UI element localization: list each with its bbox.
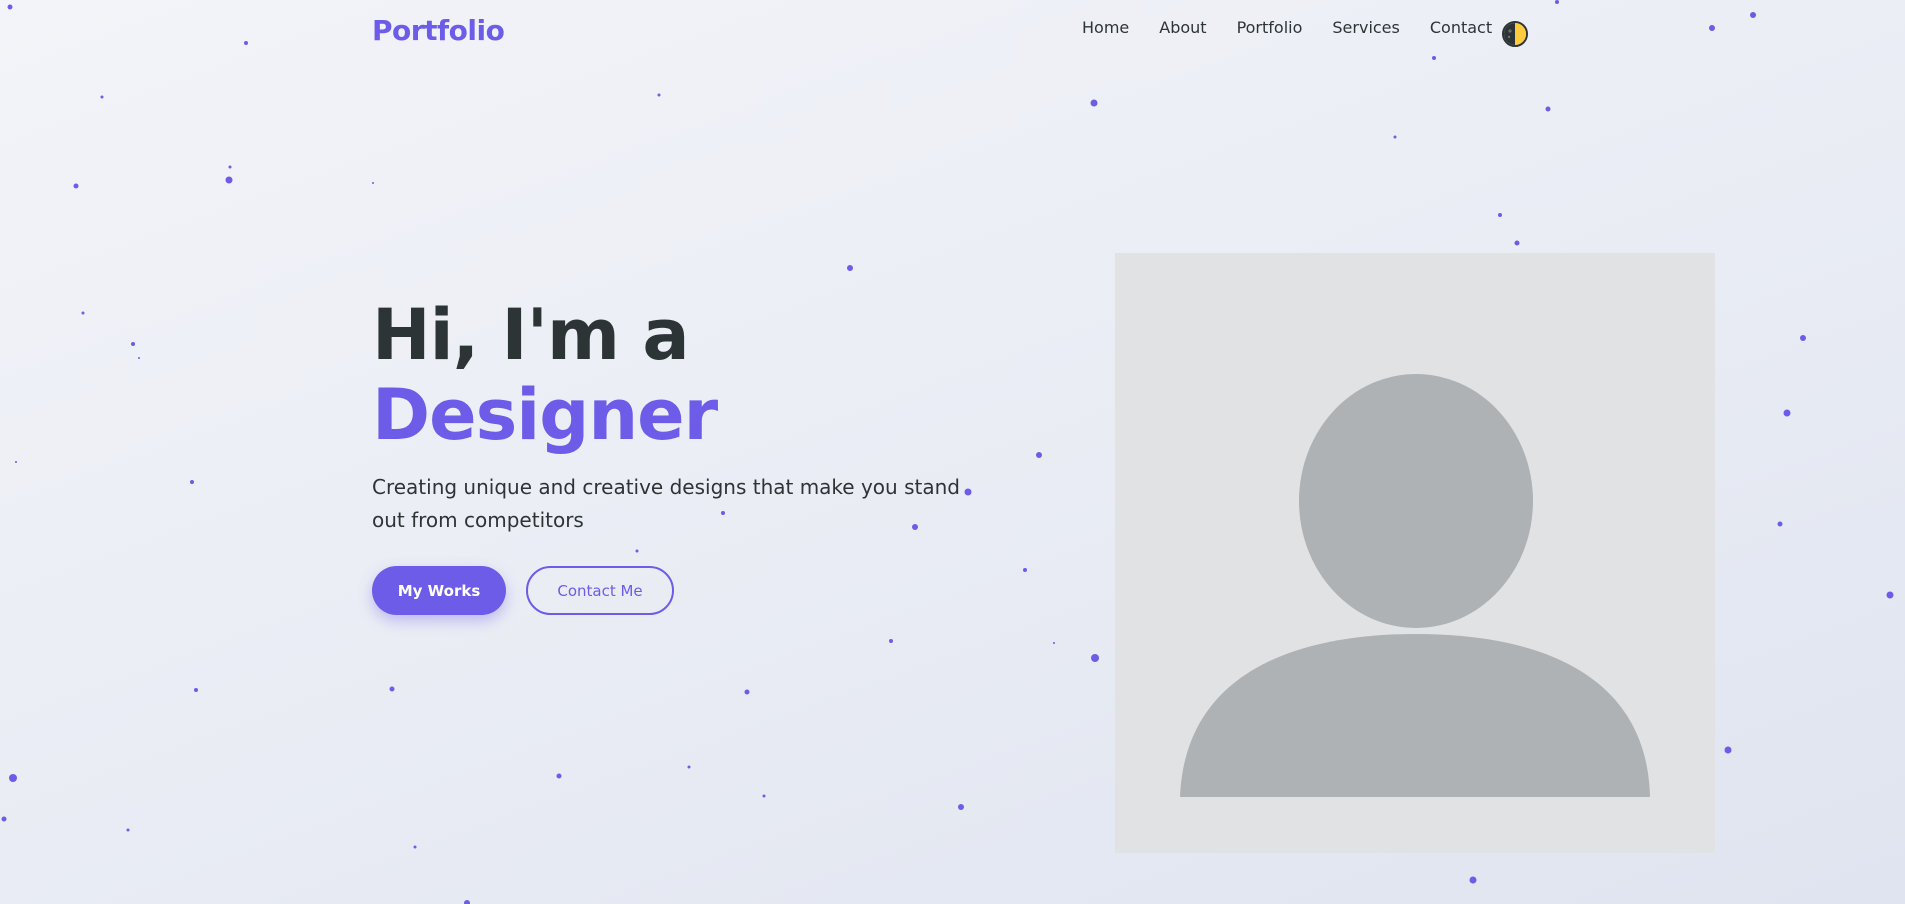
person-placeholder-icon xyxy=(1180,374,1650,797)
my-works-button[interactable]: My Works xyxy=(372,566,506,615)
hero-title: Hi, I'm a Designer xyxy=(372,294,718,456)
hero-title-role: Designer xyxy=(372,374,718,456)
contact-me-button[interactable]: Contact Me xyxy=(526,566,674,615)
nav-services[interactable]: Services xyxy=(1332,18,1399,37)
hero-title-line1: Hi, I'm a xyxy=(372,294,690,376)
nav-contact[interactable]: Contact xyxy=(1430,18,1492,37)
hero-subtitle: Creating unique and creative designs tha… xyxy=(372,475,960,532)
nav-home[interactable]: Home xyxy=(1082,18,1129,37)
nav-portfolio[interactable]: Portfolio xyxy=(1237,18,1303,37)
theme-toggle-button[interactable] xyxy=(1502,21,1528,47)
logo[interactable]: Portfolio xyxy=(372,14,505,47)
main-nav: Home About Portfolio Services Contact xyxy=(1082,18,1522,37)
half-moon-sun-icon xyxy=(1504,23,1526,45)
nav-about[interactable]: About xyxy=(1159,18,1206,37)
profile-image xyxy=(1115,253,1715,853)
